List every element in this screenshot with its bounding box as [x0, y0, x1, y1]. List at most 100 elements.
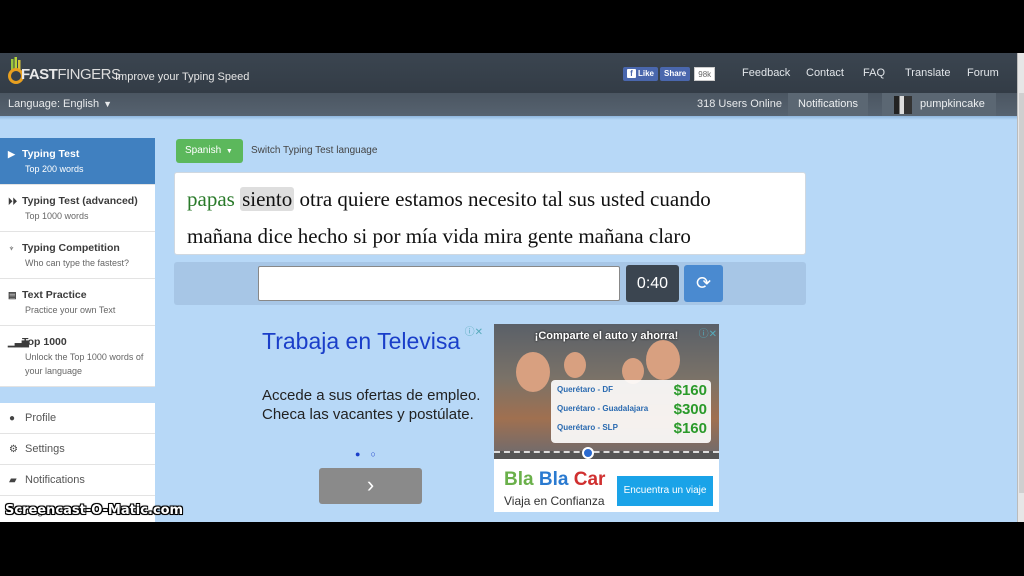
- word: otra: [299, 187, 333, 211]
- ad-title[interactable]: Trabaja en Televisa: [262, 327, 460, 355]
- word: gente: [527, 224, 574, 248]
- person-image: [516, 352, 550, 392]
- word: tal: [542, 187, 564, 211]
- ad-headline: ¡Comparte el auto y ahorra!: [534, 330, 679, 342]
- sidebar-item-profile[interactable]: ● Profile: [0, 403, 155, 434]
- nav-faq[interactable]: FAQ: [863, 67, 885, 79]
- fast-forward-icon: ⏵⏵: [8, 196, 18, 206]
- facebook-share-button[interactable]: Share: [660, 66, 691, 81]
- map-pin-icon: [582, 447, 594, 459]
- word: cuando: [650, 187, 711, 211]
- typing-input[interactable]: [258, 266, 620, 301]
- word: necesito: [468, 187, 537, 211]
- word: claro: [648, 224, 691, 248]
- word: mañana: [578, 224, 644, 248]
- gear-icon: ⚙: [9, 444, 18, 455]
- site-logo[interactable]: FASTFINGERS: [7, 57, 121, 87]
- text-ad[interactable]: ⓘ✕ Trabaja en Televisa Accede a sus ofer…: [255, 319, 485, 511]
- vertical-scrollbar[interactable]: [1017, 53, 1024, 522]
- sidebar-item-notifications[interactable]: ▰ Notifications: [0, 465, 155, 496]
- sidebar-item-typing-test[interactable]: ▶ Typing Test Top 200 words: [0, 138, 155, 185]
- scrollbar-thumb[interactable]: [1019, 93, 1024, 493]
- word: hecho: [297, 224, 348, 248]
- sidebar-item-text-practice[interactable]: ▤ Text Practice Practice your own Text: [0, 279, 155, 326]
- sidebar-item-typing-competition[interactable]: ♆ Typing Competition Who can type the fas…: [0, 232, 155, 279]
- notifications-button[interactable]: Notifications: [788, 93, 868, 116]
- timer: 0:40: [626, 265, 679, 302]
- logo-text-bold: FAST: [21, 66, 58, 83]
- word-line-2: mañana dice hecho si por mía vida mira g…: [187, 218, 793, 255]
- user-icon: ●: [9, 413, 16, 424]
- logo-text-thin: FINGERS: [57, 66, 121, 83]
- tagline: Improve your Typing Speed: [115, 71, 250, 83]
- route-row: Querétaro - Guadalajara $300: [557, 401, 707, 418]
- avatar: [894, 96, 912, 114]
- nav-contact[interactable]: Contact: [806, 67, 844, 79]
- reload-button[interactable]: ⟳: [684, 265, 723, 302]
- ad-slogan: Viaja en Confianza: [504, 494, 605, 508]
- dot-active-icon[interactable]: ●: [355, 449, 360, 459]
- signal-bars-icon: ▁▃▅: [8, 337, 29, 347]
- input-row: 0:40 ⟳: [174, 262, 806, 305]
- nav-forum[interactable]: Forum: [967, 67, 999, 79]
- nav-feedback[interactable]: Feedback: [742, 67, 790, 79]
- test-language-dropdown[interactable]: Spanish ▼: [176, 139, 243, 163]
- language-dropdown[interactable]: Language: English ▼: [8, 98, 112, 110]
- sidebar: ▶ Typing Test Top 200 words ⏵⏵ Typing Test…: [0, 138, 155, 522]
- word: vida: [442, 224, 479, 248]
- comment-icon: ▰: [9, 475, 17, 486]
- watermark: Screencast-O-Matic.com: [5, 503, 184, 518]
- facebook-widget: f Like Share 98k: [623, 66, 716, 81]
- blablacar-ad[interactable]: ¡Comparte el auto y ahorra! ⓘ✕ Querétaro…: [494, 324, 719, 512]
- road-graphic: [494, 451, 719, 459]
- switch-language-label: Switch Typing Test language: [251, 145, 378, 156]
- word: quiere: [337, 187, 390, 211]
- users-online: 318 Users Online: [697, 98, 782, 110]
- word: estamos: [395, 187, 463, 211]
- word-line-1: papas siento otra quiere estamos necesit…: [187, 181, 793, 218]
- sub-navbar: Language: English ▼ 318 Users Online Noti…: [0, 93, 1017, 116]
- route-row: Querétaro - SLP $160: [557, 420, 707, 437]
- word-display: papas siento otra quiere estamos necesit…: [174, 172, 806, 255]
- facebook-icon: f: [627, 68, 636, 78]
- ad-pagination: ● ○: [355, 449, 376, 459]
- play-icon: ▶: [8, 149, 15, 159]
- ad-choices-icon[interactable]: ⓘ✕: [699, 325, 717, 340]
- blablacar-logo: Bla Bla Car: [504, 469, 606, 490]
- sidebar-item-top-1000[interactable]: ▁▃▅Top 1000 Unlock the Top 1000 words of…: [0, 326, 155, 387]
- route-price-list: Querétaro - DF $160 Querétaro - Guadalaja…: [551, 380, 711, 443]
- person-image: [646, 340, 680, 380]
- refresh-icon: ⟳: [695, 273, 712, 293]
- ad-body: Accede a sus ofertas de empleo. Checa la…: [262, 387, 481, 423]
- nav-translate[interactable]: Translate: [905, 67, 950, 79]
- document-icon: ▤: [8, 290, 17, 300]
- trophy-icon: ♆: [8, 243, 15, 253]
- sidebar-item-settings[interactable]: ⚙ Settings: [0, 434, 155, 465]
- top-navbar: FASTFINGERS Improve your Typing Speed fL…: [0, 53, 1017, 93]
- word: mira: [483, 224, 523, 248]
- chevron-down-icon: ▼: [103, 99, 113, 109]
- word: si: [353, 224, 368, 248]
- word: mía: [405, 224, 438, 248]
- word: sus: [568, 187, 596, 211]
- sidebar-item-typing-test-advanced[interactable]: ⏵⏵ Typing Test (advanced) Top 1000 words: [0, 185, 155, 232]
- caret-down-icon: ▼: [225, 148, 233, 155]
- username: pumpkincake: [920, 98, 985, 110]
- user-menu[interactable]: pumpkincake: [882, 93, 996, 116]
- facebook-like-button[interactable]: f Like: [623, 66, 659, 81]
- facebook-share-count: 98k: [694, 66, 716, 81]
- browser-viewport: FASTFINGERS Improve your Typing Speed fL…: [0, 53, 1024, 522]
- word: dice: [257, 224, 293, 248]
- word: por: [372, 224, 401, 248]
- current-word: siento: [240, 187, 295, 211]
- ad-choices-icon[interactable]: ⓘ✕: [465, 323, 483, 338]
- route-row: Querétaro - DF $160: [557, 382, 707, 399]
- header-shadow: [0, 116, 1017, 120]
- ad-next-button[interactable]: ›: [319, 468, 422, 504]
- dot-inactive-icon[interactable]: ○: [370, 449, 375, 459]
- test-menu: ▶ Typing Test Top 200 words ⏵⏵ Typing Test…: [0, 138, 155, 387]
- ad-cta-button[interactable]: Encuentra un viaje: [617, 476, 713, 506]
- person-image: [564, 352, 586, 378]
- word: usted: [600, 187, 645, 211]
- word: mañana: [187, 224, 253, 248]
